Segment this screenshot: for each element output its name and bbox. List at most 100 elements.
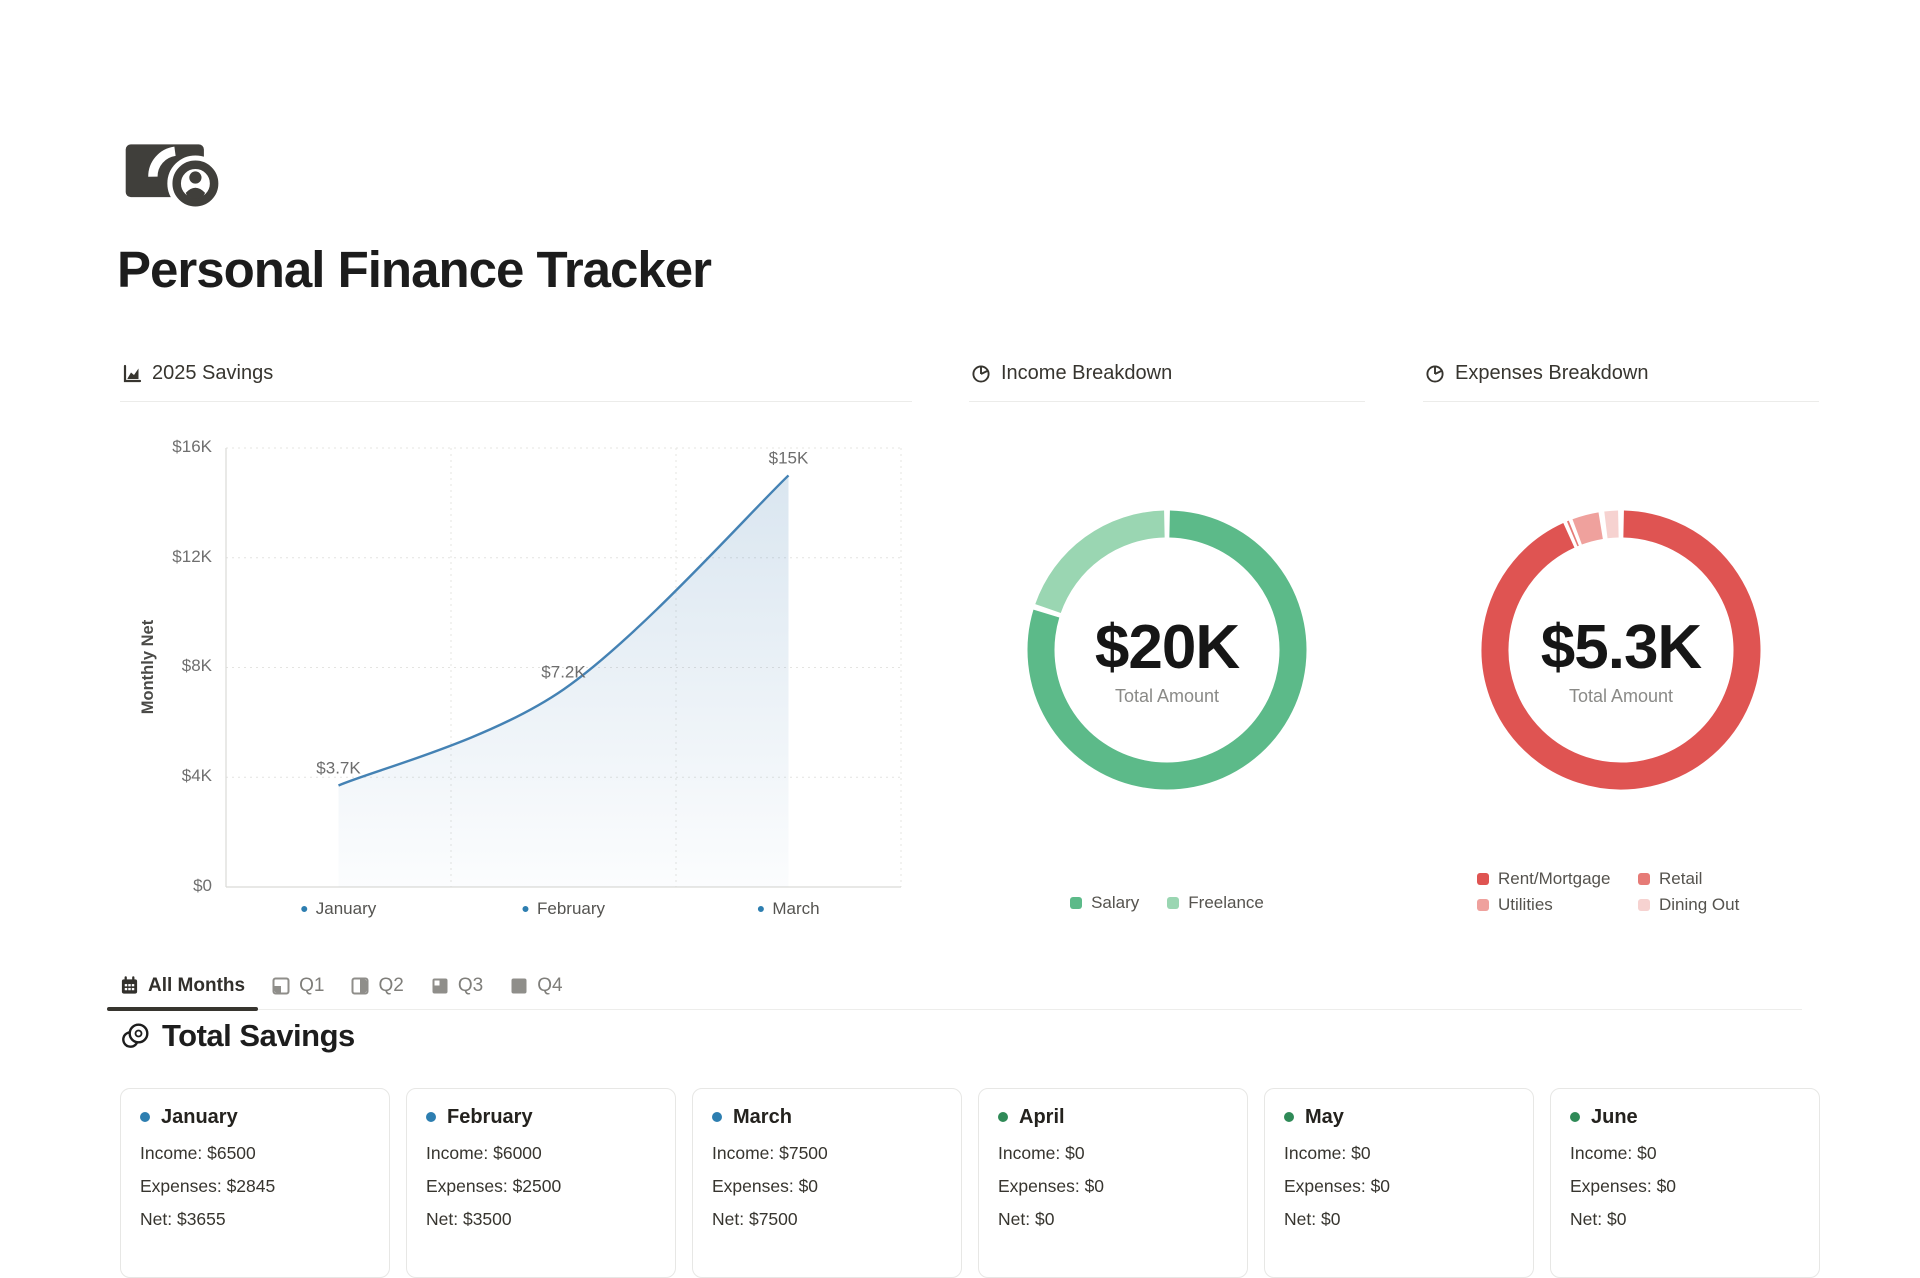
card-income: Income: $6500 [140,1144,370,1163]
income-panel-title: Income Breakdown [1001,362,1172,385]
legend-label: Retail [1659,869,1702,889]
savings-line-chart: $16K $12K $8K $4K $0 Monthly Net $3.7K $7… [120,402,912,938]
x-axis-label: February [537,899,605,919]
month-marker-icon [140,1112,150,1122]
tab-q1[interactable]: Q1 [272,962,324,1010]
month-marker-icon [1284,1112,1294,1122]
banknote-face-icon [124,140,226,210]
expenses-panel-title: Expenses Breakdown [1455,362,1648,385]
tab-q3[interactable]: Q3 [431,962,483,1010]
quarter-2-icon [351,977,369,995]
month-card-january[interactable]: January Income: $6500 Expenses: $2845 Ne… [120,1088,390,1278]
x-axis-label: March [772,899,819,919]
income-legend: Salary Freelance [969,893,1365,913]
data-point-label: $3.7K [316,758,361,777]
month-card-april[interactable]: April Income: $0 Expenses: $0 Net: $0 [978,1088,1248,1278]
month-marker-icon [1570,1112,1580,1122]
legend-item: Dining Out [1638,895,1739,915]
quarter-4-icon [510,977,528,995]
legend-label: Dining Out [1659,895,1739,915]
pie-chart-icon [971,364,991,384]
month-card-march[interactable]: March Income: $7500 Expenses: $0 Net: $7… [692,1088,962,1278]
legend-item: Salary [1070,893,1139,913]
month-card-may[interactable]: May Income: $0 Expenses: $0 Net: $0 [1264,1088,1534,1278]
income-panel: Income Breakdown [969,356,1365,402]
tab-q4[interactable]: Q4 [510,962,562,1010]
legend-swatch-icon [1638,899,1650,911]
x-axis-tick-january: January [301,899,376,919]
legend-item: Retail [1638,869,1739,889]
savings-panel: 2025 Savings [120,356,912,402]
card-net: Net: $3500 [426,1210,656,1229]
card-income: Income: $0 [998,1144,1228,1163]
pie-chart-icon [1425,364,1445,384]
tab-all-months[interactable]: All Months [120,962,245,1010]
y-axis-tick: $16K [120,437,212,457]
expenses-total-value: $5.3K [1423,608,1819,688]
total-savings-header: Total Savings [120,1018,355,1054]
area-chart-icon [122,364,142,384]
legend-swatch-icon [1477,873,1489,885]
card-net: Net: $0 [1570,1210,1800,1229]
tab-label: Q3 [458,975,483,997]
x-axis-tick-march: March [757,899,819,919]
legend-label: Utilities [1498,895,1553,915]
series-dot-icon [301,906,307,912]
total-savings-title: Total Savings [162,1018,355,1054]
legend-item: Freelance [1167,893,1264,913]
card-expenses: Expenses: $0 [998,1177,1228,1196]
month-marker-icon [998,1112,1008,1122]
tab-q2[interactable]: Q2 [351,962,403,1010]
calendar-icon [120,976,139,995]
card-expenses: Expenses: $2500 [426,1177,656,1196]
series-dot-icon [522,906,528,912]
donut-segment-utilities [1577,526,1600,532]
tab-label: All Months [148,975,245,997]
income-panel-header: Income Breakdown [969,356,1365,402]
card-expenses: Expenses: $0 [1570,1177,1800,1196]
y-axis-tick: $8K [120,656,212,676]
income-total-label: Total Amount [969,686,1365,710]
quarter-tab-bar: All Months Q1 Q2 Q3 Q4 [120,962,1802,1010]
x-axis-label: January [316,899,376,919]
month-card-june[interactable]: June Income: $0 Expenses: $0 Net: $0 [1550,1088,1820,1278]
card-net: Net: $3655 [140,1210,370,1229]
legend-item: Rent/Mortgage [1477,869,1638,889]
y-axis-tick: $12K [120,547,212,567]
card-expenses: Expenses: $0 [712,1177,942,1196]
data-point-label: $7.2K [541,662,586,681]
y-axis-label: Monthly Net [139,577,161,757]
card-month-name: January [161,1106,238,1129]
series-dot-icon [757,906,763,912]
page-title: Personal Finance Tracker [117,240,711,299]
card-month-name: February [447,1106,533,1129]
legend-swatch-icon [1167,897,1179,909]
legend-label: Salary [1091,893,1139,913]
y-axis-tick: $4K [120,766,212,786]
legend-label: Rent/Mortgage [1498,869,1610,889]
card-month-name: June [1591,1106,1638,1129]
savings-panel-title: 2025 Savings [152,362,273,385]
expenses-total-label: Total Amount [1423,686,1819,710]
legend-item: Utilities [1477,895,1638,915]
donut-segment-retail [1572,533,1574,534]
donut-segment-dining-out [1606,524,1618,525]
legend-swatch-icon [1638,873,1650,885]
expenses-legend: Rent/Mortgage Retail Utilities Dining Ou… [1477,869,1739,915]
x-axis-tick-february: February [522,899,605,919]
legend-swatch-icon [1477,899,1489,911]
tab-label: Q2 [378,975,403,997]
card-expenses: Expenses: $0 [1284,1177,1514,1196]
legend-label: Freelance [1188,893,1264,913]
donut-segment-freelance [1048,524,1164,609]
month-card-february[interactable]: February Income: $6000 Expenses: $2500 N… [406,1088,676,1278]
month-cards-row: January Income: $6500 Expenses: $2845 Ne… [120,1088,1820,1278]
income-total-value: $20K [969,608,1365,688]
data-point-label: $15K [769,448,809,467]
y-axis-tick: $0 [120,876,212,896]
expenses-panel: Expenses Breakdown [1423,356,1819,402]
line-chart-canvas: $3.7K $7.2K $15K [120,402,912,938]
card-month-name: May [1305,1106,1344,1129]
quarter-3-icon [431,977,449,995]
card-net: Net: $7500 [712,1210,942,1229]
